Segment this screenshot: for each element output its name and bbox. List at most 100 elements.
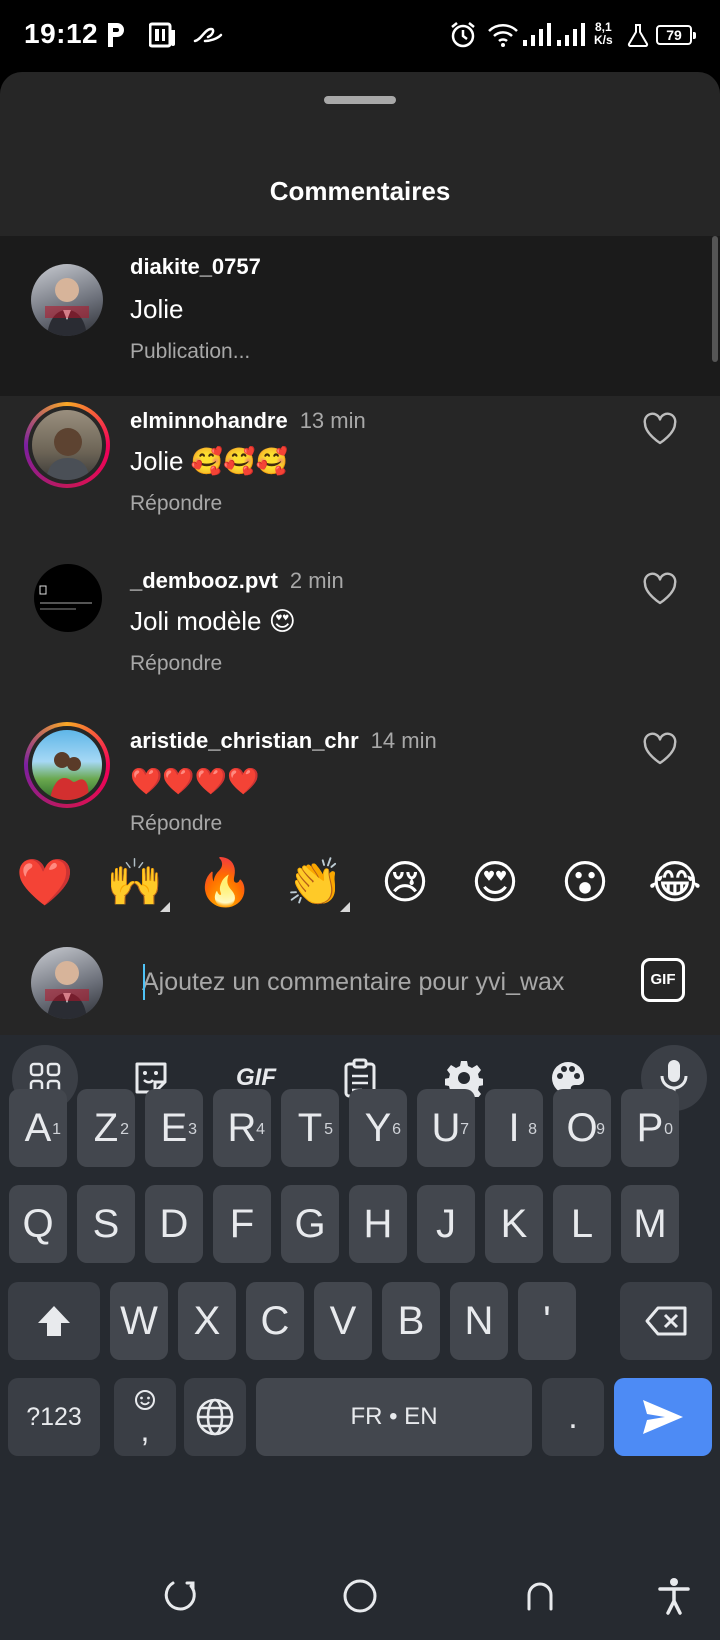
key-label: X (193, 1299, 221, 1343)
recents-icon[interactable] (158, 1574, 202, 1618)
key-c[interactable]: C (246, 1282, 304, 1360)
heart-icon[interactable] (642, 412, 678, 446)
key-b[interactable]: B (382, 1282, 440, 1360)
key-k[interactable]: K (485, 1185, 543, 1263)
key-u[interactable]: U7 (417, 1089, 475, 1167)
key-t[interactable]: T5 (281, 1089, 339, 1167)
period-key[interactable]: . (542, 1378, 604, 1456)
avatar[interactable] (32, 410, 102, 480)
story-ring[interactable] (24, 722, 110, 808)
key-z[interactable]: Z2 (77, 1089, 135, 1167)
heart-icon[interactable] (642, 732, 678, 766)
net-speed-unit: K/s (594, 33, 613, 47)
shift-key[interactable] (8, 1282, 100, 1360)
key-label: C (260, 1299, 290, 1343)
backspace-key[interactable] (620, 1282, 712, 1360)
comment-text: ❤️❤️❤️❤️ (130, 766, 260, 796)
send-key[interactable] (614, 1378, 712, 1456)
comment-time: 2 min (289, 568, 344, 593)
key-hint: 8 (528, 1121, 537, 1138)
gif-button[interactable]: GIF (641, 958, 685, 1002)
key-p[interactable]: P0 (621, 1089, 679, 1167)
avatar[interactable] (32, 730, 102, 800)
avatar[interactable] (31, 264, 103, 336)
key-label: ' (543, 1299, 551, 1343)
key-q[interactable]: Q (9, 1185, 67, 1263)
key-d[interactable]: D (145, 1185, 203, 1263)
symbols-key[interactable]: ?123 (8, 1378, 100, 1456)
space-key[interactable]: FR • EN (256, 1378, 532, 1456)
key-f[interactable]: F (213, 1185, 271, 1263)
back-icon[interactable] (518, 1574, 562, 1618)
comment-username[interactable]: diakite_0757 (130, 254, 261, 280)
comment-time: 14 min (370, 728, 437, 753)
comments-sheet: Commentaires diakite_0757 Jolie Publicat… (0, 72, 720, 1035)
net-speed: 8,1 K/s (594, 21, 613, 47)
quick-reactions-bar: ❤️ 🙌 🔥 👏 😢 😍 😮 😂 (0, 836, 720, 932)
key-hint: 9 (596, 1121, 605, 1138)
reaction-heart-eyes[interactable]: 😍 (465, 852, 525, 912)
key-x[interactable]: X (178, 1282, 236, 1360)
avatar[interactable] (34, 564, 102, 632)
key-o[interactable]: O9 (553, 1089, 611, 1167)
key-r[interactable]: R4 (213, 1089, 271, 1167)
key-e[interactable]: E3 (145, 1089, 203, 1167)
scrollbar[interactable] (712, 236, 718, 362)
key-h[interactable]: H (349, 1185, 407, 1263)
comment-input-bar: GIF (0, 932, 720, 1035)
reply-button[interactable]: Répondre (130, 492, 222, 516)
reaction-fire[interactable]: 🔥 (195, 852, 255, 912)
key-s[interactable]: S (77, 1185, 135, 1263)
heart-icon[interactable] (642, 572, 678, 606)
key-label: D (159, 1202, 189, 1246)
key-hint: 0 (664, 1121, 673, 1138)
reply-button[interactable]: Répondre (130, 652, 222, 676)
home-icon[interactable] (338, 1574, 382, 1618)
key-w[interactable]: W (110, 1282, 168, 1360)
key-apostrophe[interactable]: ' (518, 1282, 576, 1360)
drag-handle[interactable] (324, 96, 396, 104)
reaction-surprised[interactable]: 😮 (555, 852, 615, 912)
key-j[interactable]: J (417, 1185, 475, 1263)
keyboard: GIF ?123 , FR • EN . A1Z2E3R4T5Y6U7I8O9P… (0, 1035, 720, 1640)
comment-username[interactable]: elminnohandre 13 min (130, 408, 366, 434)
key-hint: 7 (460, 1121, 469, 1138)
key-label: J (436, 1202, 456, 1246)
language-key[interactable] (184, 1378, 246, 1456)
comment-item[interactable]: _dembooz.pvt 2 min Joli modèle 😍 Répondre (0, 556, 720, 716)
key-hint: 3 (188, 1121, 197, 1138)
key-label: U (431, 1106, 461, 1150)
wifi-icon (486, 18, 520, 52)
reaction-raising-hands[interactable]: 🙌 (105, 852, 165, 912)
key-l[interactable]: L (553, 1185, 611, 1263)
comment-username[interactable]: _dembooz.pvt 2 min (130, 568, 344, 594)
accessibility-icon[interactable] (652, 1574, 696, 1618)
key-g[interactable]: G (281, 1185, 339, 1263)
key-m[interactable]: M (621, 1185, 679, 1263)
reaction-crying[interactable]: 😢 (375, 852, 435, 912)
comment-item[interactable]: diakite_0757 Jolie Publication... (0, 236, 720, 396)
key-label: M (633, 1202, 667, 1246)
key-hint: 5 (324, 1121, 333, 1138)
comment-text: Joli modèle 😍 (130, 606, 296, 636)
key-label: F (229, 1202, 255, 1246)
key-v[interactable]: V (314, 1282, 372, 1360)
reaction-heart[interactable]: ❤️ (15, 852, 75, 912)
story-ring[interactable] (24, 402, 110, 488)
comment-item[interactable]: elminnohandre 13 min Jolie 🥰🥰🥰 Répondre (0, 396, 720, 556)
reaction-clapping[interactable]: 👏 (285, 852, 345, 912)
globe-icon (196, 1398, 234, 1436)
signal-icon (520, 18, 554, 52)
key-a[interactable]: A1 (9, 1089, 67, 1167)
key-n[interactable]: N (450, 1282, 508, 1360)
reaction-laughing[interactable]: 😂 (645, 852, 705, 912)
comment-input[interactable] (142, 962, 612, 1002)
reply-button[interactable]: Répondre (130, 812, 222, 836)
key-i[interactable]: I8 (485, 1089, 543, 1167)
skin-tone-indicator (160, 902, 170, 912)
key-label: S (92, 1202, 120, 1246)
comment-username[interactable]: aristide_christian_chr 14 min (130, 728, 437, 754)
key-y[interactable]: Y6 (349, 1089, 407, 1167)
key-label: E (160, 1106, 188, 1150)
emoji-comma-key[interactable]: , (114, 1378, 176, 1456)
